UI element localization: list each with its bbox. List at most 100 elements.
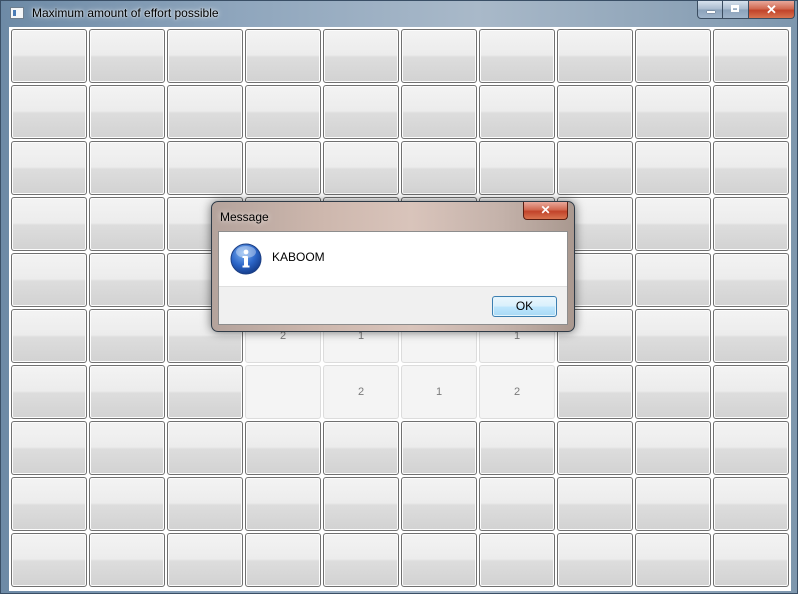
window-title: Maximum amount of effort possible [32, 6, 219, 20]
board-cell[interactable] [401, 141, 477, 195]
revealed-cell[interactable]: 2 [323, 365, 399, 419]
board-cell[interactable] [557, 421, 633, 475]
board-cell[interactable] [557, 29, 633, 83]
board-cell[interactable] [713, 365, 789, 419]
board-cell[interactable] [713, 85, 789, 139]
board-cell[interactable] [11, 253, 87, 307]
board-cell[interactable] [11, 365, 87, 419]
board-cell[interactable] [635, 365, 711, 419]
close-window-button[interactable]: ✕ [749, 1, 795, 19]
board-cell[interactable] [11, 309, 87, 363]
cell-number: 2 [513, 386, 521, 398]
close-icon: ✕ [766, 2, 777, 17]
revealed-cell[interactable]: 2 [479, 365, 555, 419]
title-bar[interactable]: Maximum amount of effort possible ✕ [1, 1, 798, 27]
board-cell[interactable] [635, 477, 711, 531]
dialog-title: Message [220, 210, 269, 224]
message-dialog: Message ✕ KABOOM OK [211, 201, 575, 332]
board-cell[interactable] [635, 253, 711, 307]
revealed-cell[interactable]: 1 [401, 365, 477, 419]
board-cell[interactable] [89, 29, 165, 83]
board-cell[interactable] [167, 29, 243, 83]
caption-buttons: ✕ [697, 1, 795, 20]
board-cell[interactable] [635, 309, 711, 363]
minimize-button[interactable] [697, 1, 723, 19]
board-cell[interactable] [713, 421, 789, 475]
board-cell[interactable] [713, 141, 789, 195]
cell-number: 2 [357, 386, 365, 398]
board-cell[interactable] [245, 141, 321, 195]
dialog-message-area: KABOOM [219, 232, 567, 286]
board-cell[interactable] [89, 421, 165, 475]
board-cell[interactable] [479, 533, 555, 587]
board-cell[interactable] [479, 141, 555, 195]
board-cell[interactable] [479, 421, 555, 475]
board-cell[interactable] [245, 421, 321, 475]
board-cell[interactable] [323, 421, 399, 475]
dialog-footer: OK [219, 286, 567, 324]
board-cell[interactable] [557, 533, 633, 587]
board-cell[interactable] [713, 533, 789, 587]
board-cell[interactable] [557, 477, 633, 531]
board-cell[interactable] [635, 421, 711, 475]
board-cell[interactable] [635, 29, 711, 83]
board-cell[interactable] [401, 533, 477, 587]
board-cell[interactable] [323, 141, 399, 195]
board-cell[interactable] [713, 253, 789, 307]
board-cell[interactable] [11, 533, 87, 587]
board-cell[interactable] [401, 477, 477, 531]
board-cell[interactable] [323, 477, 399, 531]
board-cell[interactable] [323, 85, 399, 139]
board-cell[interactable] [11, 477, 87, 531]
board-cell[interactable] [11, 29, 87, 83]
board-cell[interactable] [167, 477, 243, 531]
board-cell[interactable] [713, 309, 789, 363]
board-cell[interactable] [167, 533, 243, 587]
board-cell[interactable] [89, 365, 165, 419]
board-cell[interactable] [245, 477, 321, 531]
board-cell[interactable] [635, 197, 711, 251]
board-cell[interactable] [323, 29, 399, 83]
board-cell[interactable] [89, 85, 165, 139]
ok-button[interactable]: OK [492, 296, 557, 317]
board-cell[interactable] [557, 365, 633, 419]
board-cell[interactable] [479, 477, 555, 531]
board-cell[interactable] [713, 477, 789, 531]
board-cell[interactable] [89, 477, 165, 531]
board-cell[interactable] [323, 533, 399, 587]
board-cell[interactable] [89, 309, 165, 363]
board-cell[interactable] [401, 29, 477, 83]
board-cell[interactable] [167, 365, 243, 419]
board-cell[interactable] [89, 197, 165, 251]
board-cell[interactable] [245, 85, 321, 139]
board-cell[interactable] [635, 141, 711, 195]
board-cell[interactable] [635, 85, 711, 139]
revealed-cell[interactable] [245, 365, 321, 419]
board-cell[interactable] [11, 141, 87, 195]
info-icon [230, 243, 262, 275]
board-cell[interactable] [401, 85, 477, 139]
board-cell[interactable] [11, 197, 87, 251]
board-cell[interactable] [635, 533, 711, 587]
board-cell[interactable] [167, 85, 243, 139]
board-cell[interactable] [245, 533, 321, 587]
maximize-button[interactable] [723, 1, 749, 19]
board-cell[interactable] [401, 421, 477, 475]
board-cell[interactable] [89, 253, 165, 307]
board-cell[interactable] [245, 29, 321, 83]
board-cell[interactable] [167, 141, 243, 195]
dialog-close-button[interactable]: ✕ [523, 202, 568, 220]
board-cell[interactable] [479, 85, 555, 139]
board-cell[interactable] [713, 197, 789, 251]
board-cell[interactable] [167, 421, 243, 475]
board-cell[interactable] [557, 141, 633, 195]
board-cell[interactable] [713, 29, 789, 83]
board-cell[interactable] [479, 29, 555, 83]
board-cell[interactable] [557, 85, 633, 139]
board-cell[interactable] [11, 85, 87, 139]
board-cell[interactable] [89, 533, 165, 587]
cell-number: 1 [435, 386, 443, 398]
board-cell[interactable] [11, 421, 87, 475]
board-cell[interactable] [89, 141, 165, 195]
app-window-icon[interactable] [10, 7, 24, 19]
